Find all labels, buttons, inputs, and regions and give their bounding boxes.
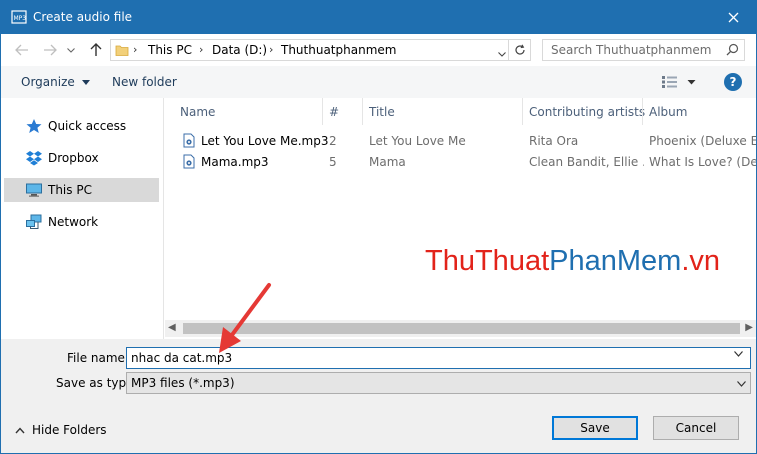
back-button[interactable] (12, 40, 32, 60)
computer-icon (26, 183, 42, 197)
refresh-icon (514, 44, 525, 55)
new-folder-button[interactable]: New folder (112, 75, 177, 89)
network-icon (26, 214, 42, 229)
column-header-name[interactable]: Name (180, 105, 215, 119)
breadcrumb-thuthuatphanmem[interactable]: Thuthuatphanmem (281, 43, 396, 57)
address-row: › This PC › Data (D:) › Thuthuatphanmem … (1, 34, 756, 66)
column-divider[interactable] (322, 98, 323, 125)
folder-icon (115, 45, 129, 56)
sidebar-item-label: This PC (48, 183, 92, 197)
mp3-app-icon: MP3 (11, 10, 27, 24)
breadcrumb-chevron-icon: › (269, 43, 274, 56)
file-title: Let You Love Me (369, 134, 466, 148)
watermark-logo: ThuThuatPhanMem.vn (425, 245, 720, 277)
column-divider[interactable] (362, 98, 363, 125)
hide-folders-button[interactable]: Hide Folders (15, 423, 107, 437)
save-form: File name: Save as type: MP3 files (*.mp… (1, 339, 756, 453)
search-icon (726, 43, 739, 56)
navigation-pane: Quick access Dropbox This PC Network (1, 98, 164, 339)
chevron-down-icon (498, 52, 506, 57)
file-title: Mama (369, 155, 406, 169)
audio-file-icon (183, 154, 195, 169)
caret-down-icon[interactable] (687, 75, 696, 89)
window-title: Create audio file (33, 10, 133, 24)
red-arrow-annotation (219, 283, 271, 353)
caret-down-icon (81, 80, 90, 85)
column-header-album[interactable]: Album (649, 105, 687, 119)
audio-file-icon (183, 133, 195, 148)
sidebar-item-network[interactable]: Network (4, 210, 159, 234)
column-header-title[interactable]: Title (369, 105, 395, 119)
scroll-right-icon[interactable]: ▶ (745, 322, 753, 333)
sidebar-item-quick-access[interactable]: Quick access (4, 114, 159, 138)
chevron-down-icon (67, 47, 75, 53)
help-icon[interactable]: ? (724, 73, 742, 91)
sort-ascending-icon: ^ (243, 98, 251, 105)
column-divider[interactable] (642, 98, 643, 125)
sidebar-item-label: Network (48, 215, 99, 229)
address-bar[interactable]: › This PC › Data (D:) › Thuthuatphanmem (110, 39, 531, 61)
search-box[interactable]: Search Thuthuatphanmem (542, 39, 745, 61)
view-options-icon[interactable] (661, 75, 679, 89)
file-artists: Clean Bandit, Ellie ... (529, 155, 644, 169)
arrow-left-icon (15, 44, 28, 56)
column-divider[interactable] (522, 98, 523, 125)
save-button[interactable]: Save (552, 416, 638, 440)
file-name-label: File name: (67, 351, 129, 365)
save-type-value: MP3 files (*.mp3) (131, 376, 235, 390)
file-track: 2 (329, 134, 337, 148)
arrow-right-icon (44, 44, 57, 56)
scroll-left-icon[interactable]: ◀ (168, 322, 176, 333)
sidebar-item-label: Dropbox (48, 151, 99, 165)
star-icon (26, 119, 42, 133)
organize-button[interactable]: Organize (21, 75, 90, 89)
file-artists: Rita Ora (529, 134, 579, 148)
chevron-down-icon[interactable] (734, 351, 743, 357)
refresh-button[interactable] (508, 40, 530, 60)
breadcrumb-data-d[interactable]: Data (D:) (212, 43, 267, 57)
file-album: What Is Love? (Delux (649, 155, 756, 169)
sidebar-item-dropbox[interactable]: Dropbox (4, 146, 159, 170)
breadcrumb-chevron-icon: › (199, 43, 204, 56)
column-header-artists[interactable]: Contributing artists (529, 105, 645, 119)
file-name: Let You Love Me.mp3 (201, 134, 329, 148)
dialog-window: MP3 Create audio file › This PC › Data (… (0, 0, 757, 454)
save-type-select[interactable]: MP3 files (*.mp3) (126, 372, 751, 394)
svg-text:MP3: MP3 (14, 15, 27, 22)
title-bar: MP3 Create audio file (1, 1, 756, 34)
breadcrumb-chevron-icon: › (133, 43, 138, 56)
file-track: 5 (329, 155, 337, 169)
cancel-button[interactable]: Cancel (653, 416, 739, 440)
column-header-track[interactable]: # (329, 105, 339, 119)
chevron-up-icon (15, 427, 25, 434)
sidebar-item-this-pc[interactable]: This PC (4, 178, 159, 202)
command-bar: Organize New folder ? (1, 66, 756, 98)
dropbox-icon (26, 151, 42, 166)
close-button[interactable] (710, 1, 756, 34)
file-album: Phoenix (Deluxe Edit (649, 134, 756, 148)
close-icon (728, 12, 738, 23)
breadcrumb-this-pc[interactable]: This PC (148, 43, 192, 57)
address-dropdown-button[interactable] (498, 46, 506, 60)
arrow-up-icon (90, 43, 102, 56)
chevron-down-icon (737, 381, 746, 387)
file-name: Mama.mp3 (201, 155, 269, 169)
recent-locations-button[interactable] (64, 40, 78, 60)
sidebar-item-label: Quick access (48, 119, 127, 133)
up-button[interactable] (86, 40, 106, 60)
forward-button[interactable] (40, 40, 60, 60)
search-input[interactable]: Search Thuthuatphanmem (551, 43, 712, 57)
